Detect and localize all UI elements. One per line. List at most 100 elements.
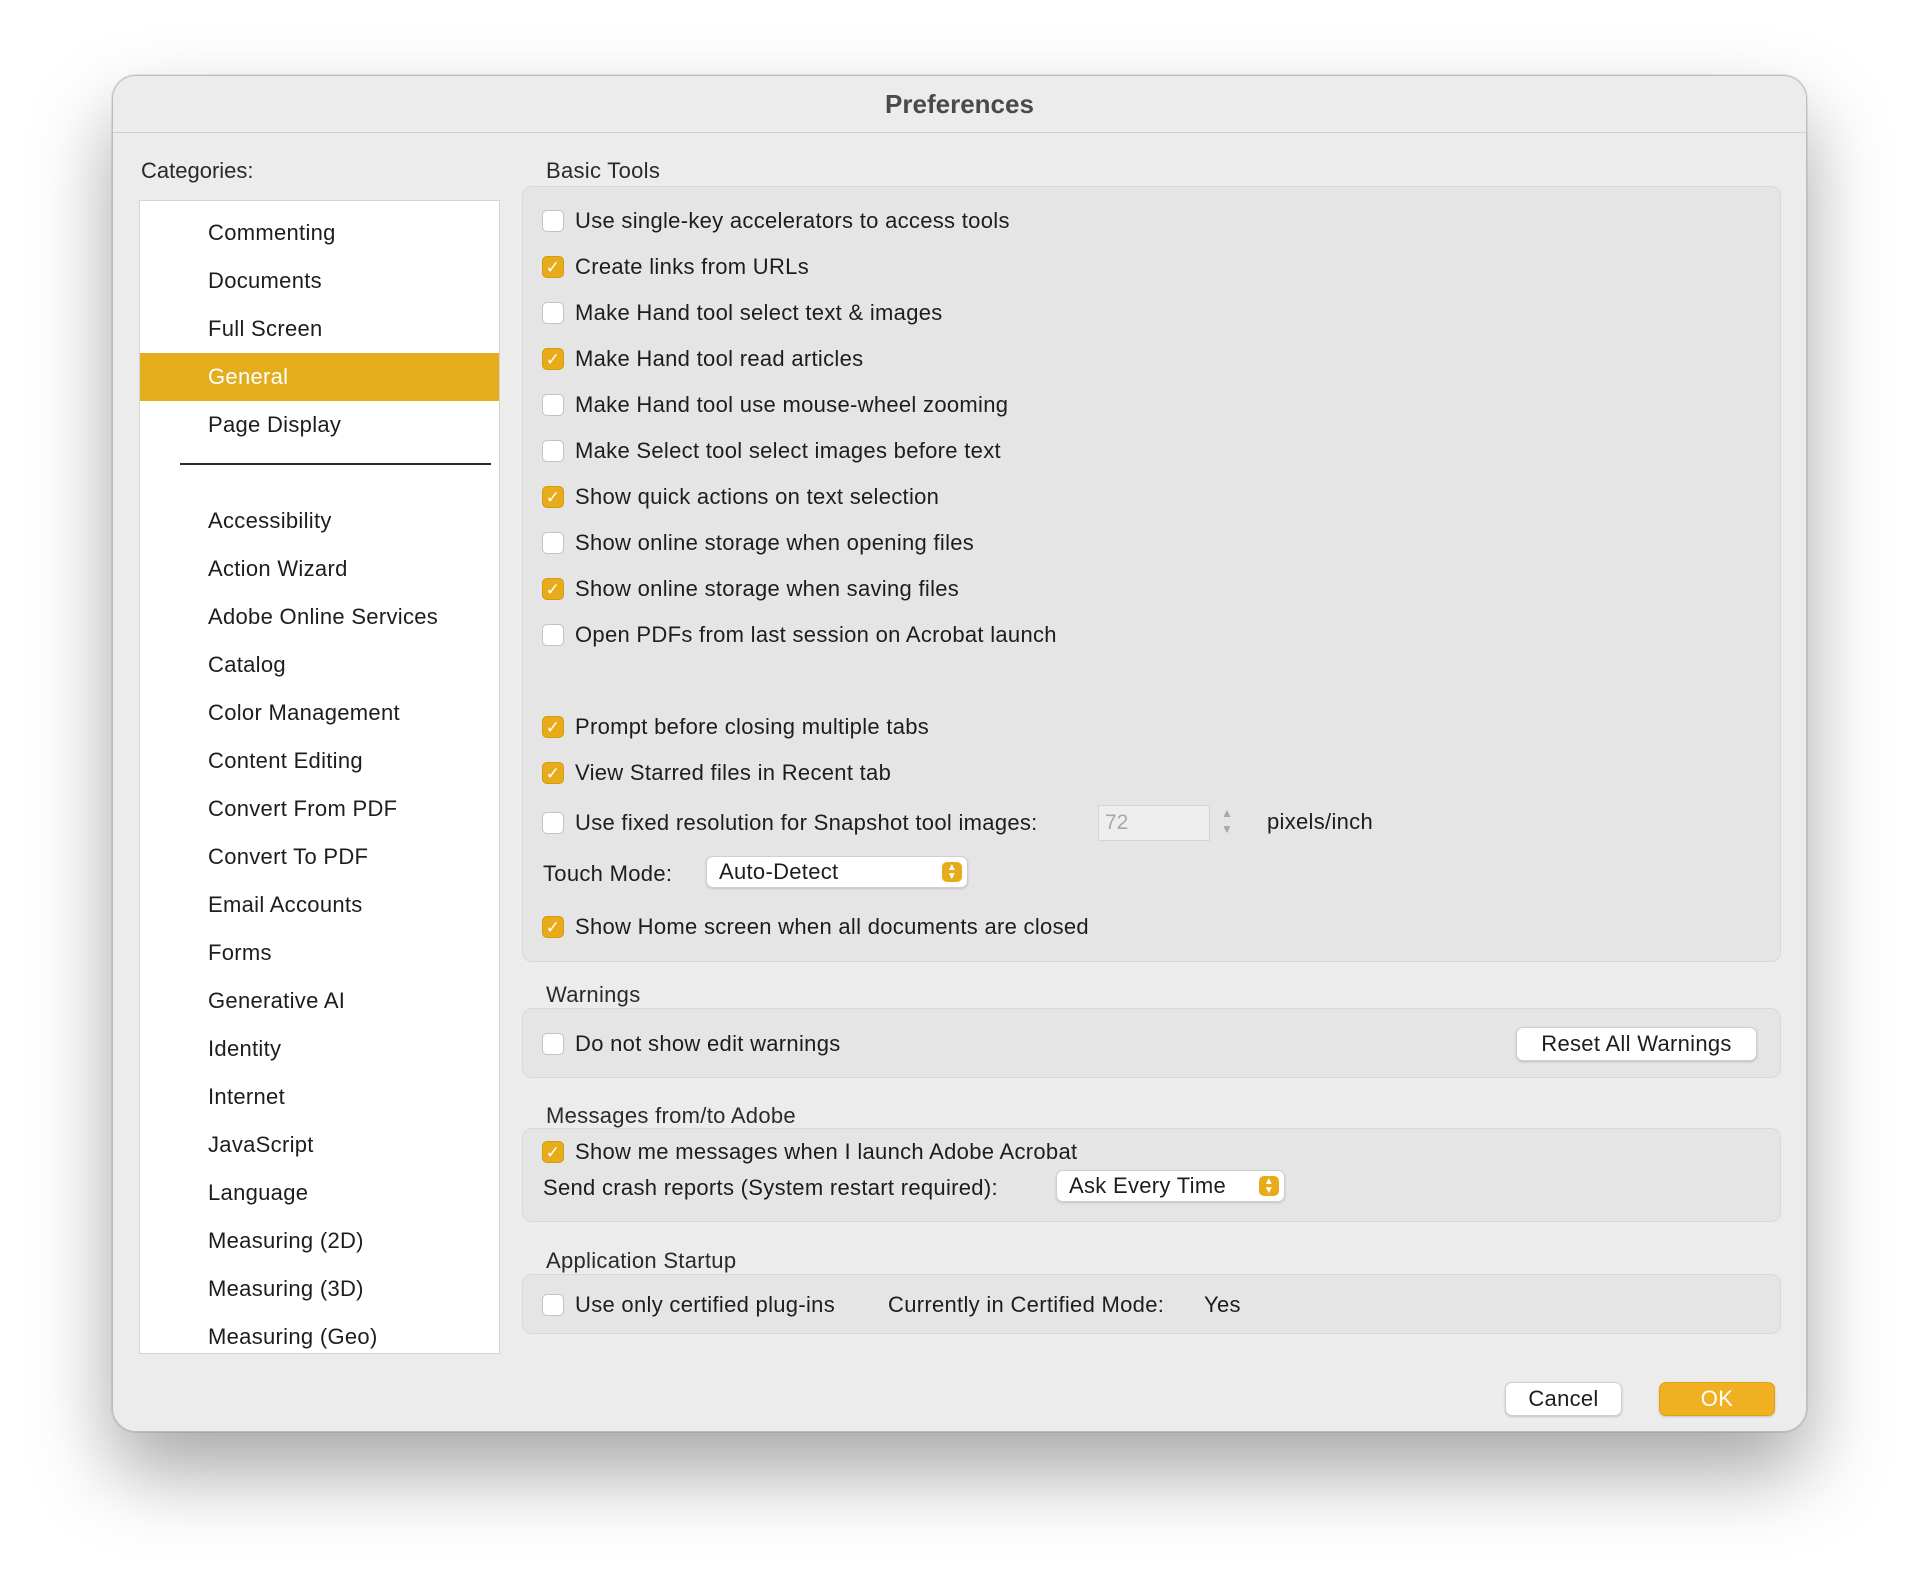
categories-label: Categories:: [141, 158, 254, 183]
category-action-wizard[interactable]: Action Wizard: [140, 545, 499, 593]
option-hand-select-text[interactable]: Make Hand tool select text & images: [542, 298, 943, 328]
option-home-screen[interactable]: ✓ Show Home screen when all documents ar…: [542, 912, 1089, 942]
option-hand-wheel-zoom[interactable]: Make Hand tool use mouse-wheel zooming: [542, 390, 1008, 420]
option-label: Use fixed resolution for Snapshot tool i…: [575, 810, 1038, 835]
category-accessibility[interactable]: Accessibility: [140, 497, 499, 545]
checkbox[interactable]: [542, 302, 564, 324]
checkbox[interactable]: ✓: [542, 348, 564, 370]
ok-button[interactable]: OK: [1659, 1382, 1775, 1416]
option-label: Show Home screen when all documents are …: [575, 914, 1089, 939]
option-label: Do not show edit warnings: [575, 1031, 841, 1056]
categories-list[interactable]: Commenting Documents Full Screen General…: [139, 200, 500, 1354]
checkbox[interactable]: [542, 624, 564, 646]
basic-tools-group: Use single-key accelerators to access to…: [522, 186, 1781, 962]
messages-title: Messages from/to Adobe: [546, 1103, 796, 1128]
option-storage-saving[interactable]: ✓ Show online storage when saving files: [542, 574, 959, 604]
option-label: View Starred files in Recent tab: [575, 760, 892, 785]
checkbox[interactable]: ✓: [542, 578, 564, 600]
category-documents[interactable]: Documents: [140, 257, 499, 305]
option-storage-opening[interactable]: Show online storage when opening files: [542, 528, 974, 558]
category-measuring-geo[interactable]: Measuring (Geo): [140, 1313, 499, 1353]
option-label: Show online storage when saving files: [575, 576, 960, 601]
option-label: Show me messages when I launch Adobe Acr…: [575, 1139, 1078, 1164]
category-identity[interactable]: Identity: [140, 1025, 499, 1073]
checkbox[interactable]: [542, 532, 564, 554]
chevron-updown-icon: ▲ ▼: [942, 862, 962, 882]
snapshot-resolution-stepper[interactable]: ▲ ▼: [1216, 805, 1238, 841]
option-label: Use single-key accelerators to access to…: [575, 208, 1010, 233]
option-select-images-first[interactable]: Make Select tool select images before te…: [542, 436, 1001, 466]
checkbox[interactable]: [542, 1033, 564, 1055]
checkbox[interactable]: ✓: [542, 916, 564, 938]
window-title: Preferences: [113, 76, 1806, 133]
messages-group: ✓ Show me messages when I launch Adobe A…: [522, 1128, 1781, 1222]
option-snapshot-resolution[interactable]: Use fixed resolution for Snapshot tool i…: [542, 808, 1038, 838]
option-prompt-closing-tabs[interactable]: ✓ Prompt before closing multiple tabs: [542, 712, 929, 742]
category-measuring-3d[interactable]: Measuring (3D): [140, 1265, 499, 1313]
basic-tools-title: Basic Tools: [546, 158, 661, 183]
category-full-screen[interactable]: Full Screen: [140, 305, 499, 353]
snapshot-resolution-field[interactable]: 72: [1098, 805, 1210, 841]
option-label: Make Hand tool read articles: [575, 346, 864, 371]
checkbox[interactable]: [542, 440, 564, 462]
checkbox[interactable]: ✓: [542, 486, 564, 508]
startup-group: Use only certified plug-ins Currently in…: [522, 1274, 1781, 1334]
option-label: Show online storage when opening files: [575, 530, 975, 555]
checkbox[interactable]: [542, 1294, 564, 1316]
certified-mode-value: Yes: [1204, 1292, 1241, 1317]
startup-title: Application Startup: [546, 1248, 737, 1273]
touch-mode-select[interactable]: Auto-Detect ▲ ▼: [706, 856, 968, 888]
checkbox[interactable]: [542, 812, 564, 834]
checkbox[interactable]: [542, 394, 564, 416]
option-single-key-accelerators[interactable]: Use single-key accelerators to access to…: [542, 206, 1010, 236]
warnings-title: Warnings: [546, 982, 641, 1007]
checkbox[interactable]: ✓: [542, 1141, 564, 1163]
preferences-window: Preferences Categories: Commenting Docum…: [112, 75, 1807, 1432]
category-catalog[interactable]: Catalog: [140, 641, 499, 689]
option-label: Create links from URLs: [575, 254, 809, 279]
checkbox[interactable]: ✓: [542, 256, 564, 278]
category-language[interactable]: Language: [140, 1169, 499, 1217]
option-label: Make Hand tool select text & images: [575, 300, 943, 325]
category-adobe-online-services[interactable]: Adobe Online Services: [140, 593, 499, 641]
category-page-display[interactable]: Page Display: [140, 401, 499, 449]
category-separator: [180, 463, 491, 465]
crash-reports-value: Ask Every Time: [1069, 1173, 1227, 1198]
pixels-per-inch-label: pixels/inch: [1267, 809, 1374, 834]
crash-reports-label: Send crash reports (System restart requi…: [543, 1175, 998, 1200]
option-hand-read-articles[interactable]: ✓ Make Hand tool read articles: [542, 344, 863, 374]
chevron-updown-icon: ▲ ▼: [1259, 1176, 1279, 1196]
option-quick-actions[interactable]: ✓ Show quick actions on text selection: [542, 482, 939, 512]
category-convert-to-pdf[interactable]: Convert To PDF: [140, 833, 499, 881]
option-certified-plugins[interactable]: Use only certified plug-ins: [542, 1290, 835, 1320]
category-generative-ai[interactable]: Generative AI: [140, 977, 499, 1025]
reset-all-warnings-button[interactable]: Reset All Warnings: [1516, 1027, 1757, 1061]
cancel-button[interactable]: Cancel: [1505, 1382, 1622, 1416]
category-commenting[interactable]: Commenting: [140, 209, 499, 257]
option-label: Make Hand tool use mouse-wheel zooming: [575, 392, 1009, 417]
crash-reports-select[interactable]: Ask Every Time ▲ ▼: [1056, 1170, 1285, 1202]
category-content-editing[interactable]: Content Editing: [140, 737, 499, 785]
option-label: Use only certified plug-ins: [575, 1292, 835, 1317]
checkbox[interactable]: ✓: [542, 716, 564, 738]
option-open-last-session[interactable]: Open PDFs from last session on Acrobat l…: [542, 620, 1057, 650]
option-label: Open PDFs from last session on Acrobat l…: [575, 622, 1057, 647]
category-convert-from-pdf[interactable]: Convert From PDF: [140, 785, 499, 833]
checkbox[interactable]: [542, 210, 564, 232]
category-internet[interactable]: Internet: [140, 1073, 499, 1121]
category-color-management[interactable]: Color Management: [140, 689, 499, 737]
category-javascript[interactable]: JavaScript: [140, 1121, 499, 1169]
option-label: Show quick actions on text selection: [575, 484, 940, 509]
option-label: Make Select tool select images before te…: [575, 438, 1001, 463]
option-create-links[interactable]: ✓ Create links from URLs: [542, 252, 809, 282]
category-email-accounts[interactable]: Email Accounts: [140, 881, 499, 929]
category-forms[interactable]: Forms: [140, 929, 499, 977]
option-show-messages[interactable]: ✓ Show me messages when I launch Adobe A…: [542, 1137, 1077, 1167]
category-measuring-2d[interactable]: Measuring (2D): [140, 1217, 499, 1265]
checkbox[interactable]: ✓: [542, 762, 564, 784]
warnings-group: Do not show edit warnings Reset All Warn…: [522, 1008, 1781, 1078]
certified-mode-label: Currently in Certified Mode:: [888, 1292, 1165, 1317]
category-general[interactable]: General: [140, 353, 499, 401]
option-starred-files[interactable]: ✓ View Starred files in Recent tab: [542, 758, 891, 788]
option-no-edit-warnings[interactable]: Do not show edit warnings: [542, 1029, 841, 1059]
